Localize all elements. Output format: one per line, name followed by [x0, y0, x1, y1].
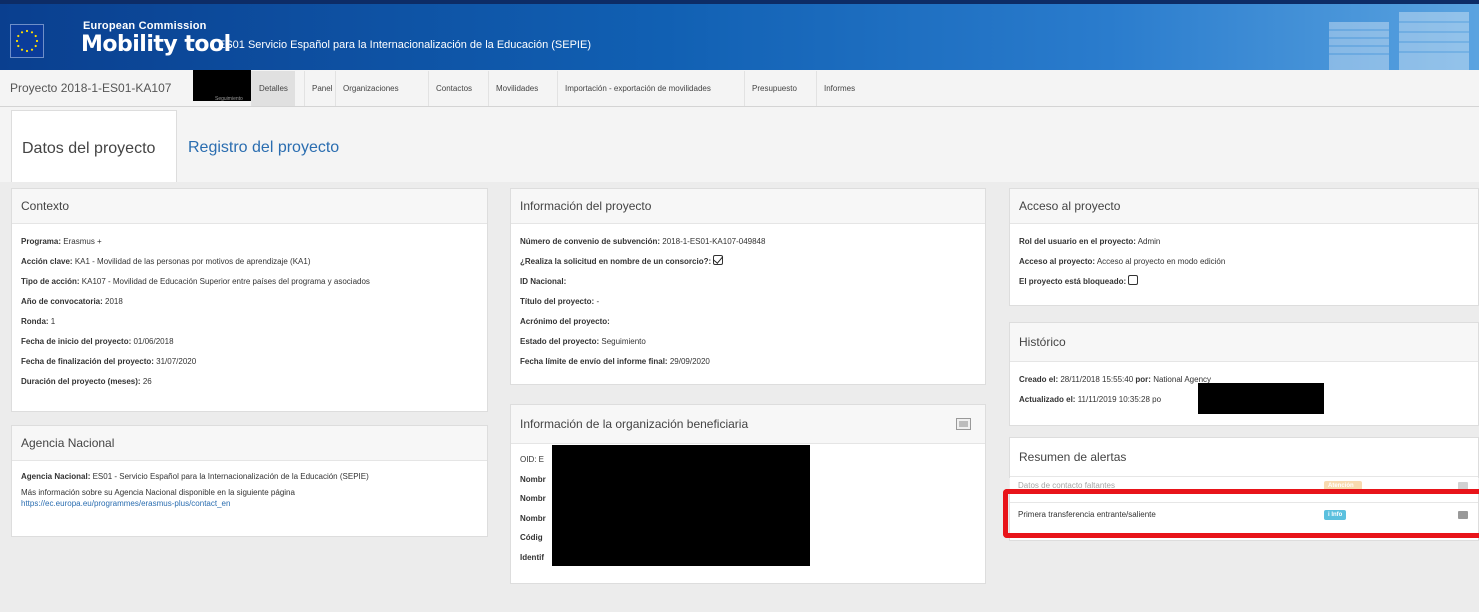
- agencia-info-text: Más información sobre su Agencia Naciona…: [21, 488, 295, 497]
- partial-row-overlay: [1009, 478, 1479, 489]
- tab-presupuesto[interactable]: Presupuesto: [744, 71, 804, 106]
- alertas-title: Resumen de alertas: [1010, 438, 1478, 476]
- project-status-sub: Seguimiento: [215, 96, 243, 102]
- contexto-title: Contexto: [12, 189, 487, 224]
- contexto-row: Programa: Erasmus +: [21, 237, 102, 246]
- contexto-row: Acción clave: KA1 - Movilidad de las per…: [21, 257, 311, 266]
- informacion-panel: Información del proyecto Número de conve…: [510, 188, 986, 385]
- historico-title: Histórico: [1010, 323, 1478, 362]
- eu-flag-icon: [10, 24, 44, 58]
- tab-informes[interactable]: Informes: [816, 71, 862, 106]
- informacion-row: Acrónimo del proyecto:: [520, 317, 610, 326]
- redaction-block: [552, 445, 810, 566]
- agencia-row: Agencia Nacional: ES01 - Servicio Españo…: [21, 472, 369, 481]
- brand-app-name[interactable]: Mobility tool: [81, 32, 231, 57]
- contexto-row: Tipo de acción: KA107 - Movilidad de Edu…: [21, 277, 370, 286]
- acceso-panel: Acceso al proyecto Rol del usuario en el…: [1009, 188, 1479, 306]
- header-top-line: [0, 0, 1479, 4]
- contexto-row: Ronda: 1: [21, 317, 56, 326]
- bloqueado-checkbox: [1128, 275, 1139, 285]
- tab-contactos[interactable]: Contactos: [428, 71, 479, 106]
- tab-datos-del-proyecto[interactable]: Datos del proyecto: [11, 110, 177, 182]
- project-label: Proyecto 2018-1-ES01-KA107: [10, 81, 172, 95]
- acceso-title: Acceso al proyecto: [1010, 189, 1478, 224]
- agencia-title: Agencia Nacional: [12, 426, 487, 461]
- informacion-title: Información del proyecto: [511, 189, 985, 224]
- contexto-row: Duración del proyecto (meses): 26: [21, 377, 152, 386]
- informacion-row: Número de convenio de subvención: 2018-1…: [520, 237, 766, 246]
- brand-commission: European Commission: [83, 20, 207, 32]
- redaction-block: [1198, 383, 1324, 414]
- informacion-row: ¿Realiza la solicitud en nombre de un co…: [520, 252, 976, 272]
- acceso-row: Acceso al proyecto: Acceso al proyecto e…: [1019, 257, 1226, 266]
- agencia-contact-link[interactable]: https://ec.europa.eu/programmes/erasmus-…: [21, 498, 478, 509]
- contexto-panel: Contexto Programa: Erasmus + Acción clav…: [11, 188, 488, 412]
- beneficiaria-title-text: Información de la organización beneficia…: [520, 417, 749, 431]
- highlight-annotation: [1003, 489, 1479, 538]
- informacion-row: Fecha límite de envío del informe final:…: [520, 357, 710, 366]
- beneficiaria-title: Información de la organización beneficia…: [511, 405, 985, 444]
- tab-importacion-exportacion[interactable]: Importación - exportación de movilidades: [557, 71, 718, 106]
- tab-detalles[interactable]: Detalles: [251, 71, 295, 106]
- building-graphic-icon: [1309, 8, 1479, 70]
- informacion-row: Título del proyecto: -: [520, 297, 600, 306]
- consorcio-checkbox: [713, 255, 724, 265]
- tab-registro-del-proyecto[interactable]: Registro del proyecto: [188, 139, 339, 157]
- header-title: ES01 Servicio Español para la Internacio…: [218, 39, 591, 51]
- acceso-row: El proyecto está bloqueado:: [1019, 272, 1469, 292]
- tab-organizaciones[interactable]: Organizaciones: [335, 71, 406, 106]
- tab-movilidades[interactable]: Movilidades: [488, 71, 545, 106]
- agencia-panel: Agencia Nacional Agencia Nacional: ES01 …: [11, 425, 488, 537]
- informacion-row: Estado del proyecto: Seguimiento: [520, 337, 646, 346]
- contexto-row: Año de convocatoria: 2018: [21, 297, 123, 306]
- contexto-row: Fecha de inicio del proyecto: 01/06/2018: [21, 337, 174, 346]
- tab-datos-label: Datos del proyecto: [22, 140, 156, 157]
- informacion-row: ID Nacional:: [520, 277, 567, 286]
- contexto-row: Fecha de finalización del proyecto: 31/0…: [21, 357, 197, 366]
- list-view-icon[interactable]: [956, 418, 971, 430]
- acceso-row: Rol del usuario en el proyecto: Admin: [1019, 237, 1161, 246]
